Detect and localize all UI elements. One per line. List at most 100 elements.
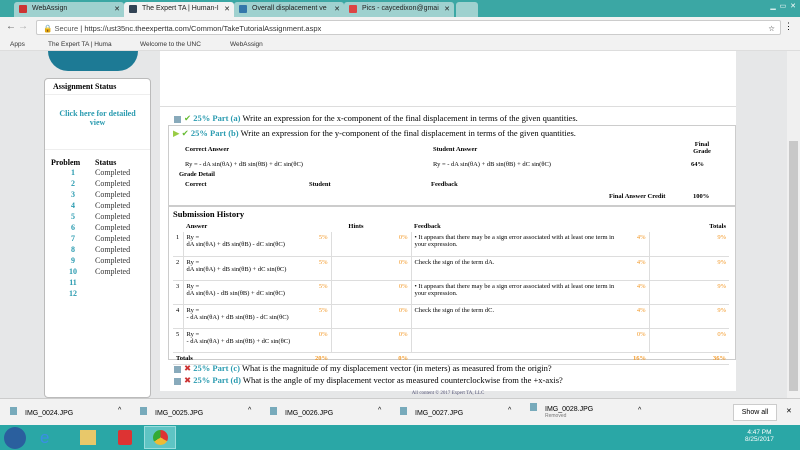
feedback-text: Check the sign of the term dC. (410, 304, 621, 329)
problem-link[interactable]: 6 (51, 222, 95, 233)
chrome-taskbar-button[interactable] (144, 426, 176, 449)
media-icon[interactable] (118, 430, 132, 445)
problem-link[interactable]: 12 (51, 288, 95, 299)
close-icon[interactable]: ✕ (114, 5, 120, 13)
answer-points: 5% (301, 280, 331, 305)
tab-overall-displacement[interactable]: Overall displacement ve ✕ (234, 2, 344, 17)
part-b[interactable]: ▶ ✔ 25% Part (b) Write an expression for… (173, 128, 576, 139)
hint-points: 0% (381, 256, 411, 281)
chevron-up-icon[interactable]: ^ (508, 407, 511, 414)
download-item[interactable]: IMG_0025.JPG ^ (140, 407, 270, 417)
download-filename: IMG_0028.JPG (545, 406, 594, 413)
part-a-label: 25% Part (a) (193, 113, 241, 123)
problem-row: 11 (51, 277, 130, 288)
part-c[interactable]: ✖ 25% Part (c) What is the magnitude of … (174, 363, 552, 374)
tab-label: Overall displacement ve (252, 5, 327, 12)
download-item[interactable]: IMG_0026.JPG ^ (270, 407, 400, 417)
download-item[interactable]: IMG_0027.JPG ^ (400, 407, 530, 417)
problem-link[interactable]: 4 (51, 200, 95, 211)
close-icon[interactable]: ✕ (444, 5, 450, 13)
menu-icon[interactable]: ⋮ (784, 21, 793, 32)
problem-status: Completed (95, 212, 131, 221)
scrollbar[interactable] (787, 51, 800, 398)
detailed-view-link[interactable]: Click here for detailed view (45, 95, 150, 150)
close-icon[interactable]: ✕ (334, 5, 340, 13)
problem-row: 2 Completed (51, 178, 130, 189)
problem-link[interactable]: 1 (51, 167, 95, 178)
part-a[interactable]: ✔ 25% Part (a) Write an expression for t… (174, 113, 578, 124)
problem-row: 5 Completed (51, 211, 130, 222)
grade-detail-title: Grade Detail (179, 171, 215, 178)
chevron-up-icon[interactable]: ^ (248, 407, 251, 414)
expand-icon[interactable] (174, 377, 181, 385)
url-input[interactable]: 🔒 Secure | https://ust35nc.theexpertta.c… (36, 20, 781, 35)
x-mark-icon: ✖ (184, 375, 192, 385)
new-tab-button[interactable] (456, 2, 478, 17)
problem-area (160, 51, 736, 107)
downloads-bar: IMG_0024.JPG ^ IMG_0025.JPG ^ IMG_0026.JPG ^ I… (0, 398, 800, 425)
part-c-text: What is the magnitude of my displacement… (241, 363, 552, 373)
problem-link[interactable]: 7 (51, 233, 95, 244)
clock-time: 4:47 PM (747, 429, 772, 436)
problem-status: Completed (95, 223, 131, 232)
ie-icon[interactable]: e (40, 428, 49, 448)
chevron-up-icon[interactable]: ^ (118, 407, 121, 414)
gd-student-header: Student (309, 181, 331, 188)
total-feedback: 16% (621, 352, 649, 365)
expand-icon[interactable] (174, 115, 181, 123)
part-d-label: 25% Part (d) (193, 375, 241, 385)
bookmark-webassign[interactable]: WebAssign (230, 41, 263, 48)
problem-link[interactable]: 8 (51, 244, 95, 255)
answer-rhs: - dA sin(θA) + dB sin(θB) - dC sin(θC) (186, 313, 289, 321)
hint-points: 0% (381, 280, 411, 305)
part-d[interactable]: ✖ 25% Part (d) What is the angle of my d… (174, 375, 563, 386)
submission-number: 4 (173, 304, 183, 329)
part-d-text: What is the angle of my displacement vec… (242, 375, 563, 385)
tab-expert-ta[interactable]: The Expert TA | Human-I ✕ (124, 2, 234, 17)
student-answer-header: Student Answer (433, 146, 478, 153)
feedback-points: 0% (621, 328, 649, 353)
download-filename: IMG_0025.JPG (155, 410, 204, 417)
expand-icon[interactable] (174, 365, 181, 373)
submission-number: 1 (173, 232, 183, 257)
start-button[interactable] (4, 427, 26, 449)
back-icon[interactable]: ← (6, 21, 16, 32)
scrollbar-thumb[interactable] (789, 141, 798, 391)
student-answer: Ry = - dA sin(θA) + dB sin(θB) + dC sin(… (433, 161, 551, 168)
image-file-icon (530, 403, 537, 411)
show-all-button[interactable]: Show all (733, 404, 777, 421)
window-controls[interactable]: ▁ ▭ ✕ (710, 2, 796, 13)
explorer-icon[interactable] (80, 430, 96, 445)
forward-icon[interactable]: → (18, 21, 28, 32)
clock[interactable]: 4:47 PM 8/25/2017 (745, 429, 774, 443)
problem-link[interactable]: 2 (51, 178, 95, 189)
problem-link[interactable]: 11 (51, 277, 95, 288)
tab-webassign[interactable]: WebAssign ✕ (14, 2, 124, 17)
problem-link[interactable]: 10 (51, 266, 95, 277)
hint-points: 0% (381, 304, 411, 329)
download-filename: IMG_0027.JPG (415, 410, 464, 417)
chevron-up-icon[interactable]: ^ (638, 407, 641, 414)
copyright-footer: All content © 2017 Expert TA, LLC (411, 391, 485, 396)
download-item[interactable]: IMG_0024.JPG ^ (10, 407, 140, 417)
problem-link[interactable]: 3 (51, 189, 95, 200)
correct-answer: Ry = - dA sin(θA) + dB sin(θB) + dC sin(… (185, 161, 303, 168)
problem-link[interactable]: 5 (51, 211, 95, 222)
problem-link[interactable]: 9 (51, 255, 95, 266)
tab-label: WebAssign (32, 5, 68, 12)
submission-row: 2 Ry = dA sin(θA) + dB sin(θB) + dC sin(θC… (173, 256, 729, 281)
chevron-up-icon[interactable]: ^ (378, 407, 381, 414)
tab-gmail[interactable]: Pics - caycedixon@gmai ✕ (344, 2, 454, 17)
problem-row: 10 Completed (51, 266, 130, 277)
download-item[interactable]: IMG_0028.JPG Removed ^ (530, 403, 660, 419)
submission-row: 3 Ry = dA sin(θA) - dB sin(θB) + dC sin(θC… (173, 280, 729, 305)
bookmark-apps[interactable]: Apps (10, 41, 25, 48)
part-b-text: Write an expression for the y-component … (240, 128, 576, 138)
close-icon[interactable]: ✕ (224, 5, 230, 13)
bookmark-unc[interactable]: Welcome to the UNC (140, 41, 201, 48)
part-b-panel: ▶ ✔ 25% Part (b) Write an expression for… (168, 125, 736, 206)
close-icon[interactable]: ✕ (786, 407, 792, 415)
star-icon[interactable]: ☆ (768, 24, 775, 33)
submission-row: 1 Ry = dA sin(θA) + dB sin(θB) - dC sin(θC… (173, 232, 729, 257)
bookmark-expert-ta[interactable]: The Expert TA | Huma (48, 41, 112, 48)
